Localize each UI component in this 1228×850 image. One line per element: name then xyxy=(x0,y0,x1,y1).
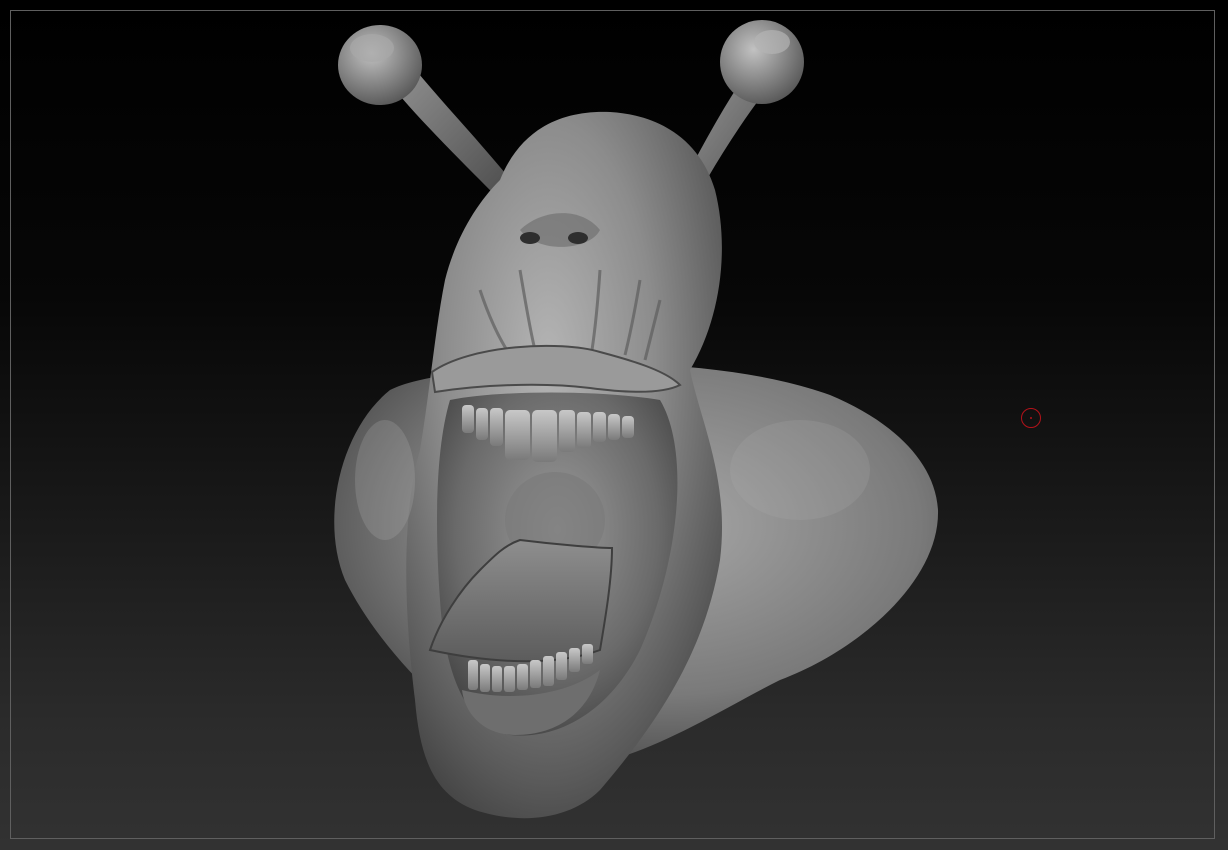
document-canvas[interactable] xyxy=(0,0,1228,850)
cheek-highlight-left xyxy=(355,420,415,540)
sculpt-model[interactable] xyxy=(0,0,1228,850)
right-nostril xyxy=(568,232,588,244)
left-eye-stalk xyxy=(338,25,515,200)
brush-circle-icon xyxy=(1021,408,1041,428)
cheek-highlight-right xyxy=(730,420,870,520)
left-nostril xyxy=(520,232,540,244)
